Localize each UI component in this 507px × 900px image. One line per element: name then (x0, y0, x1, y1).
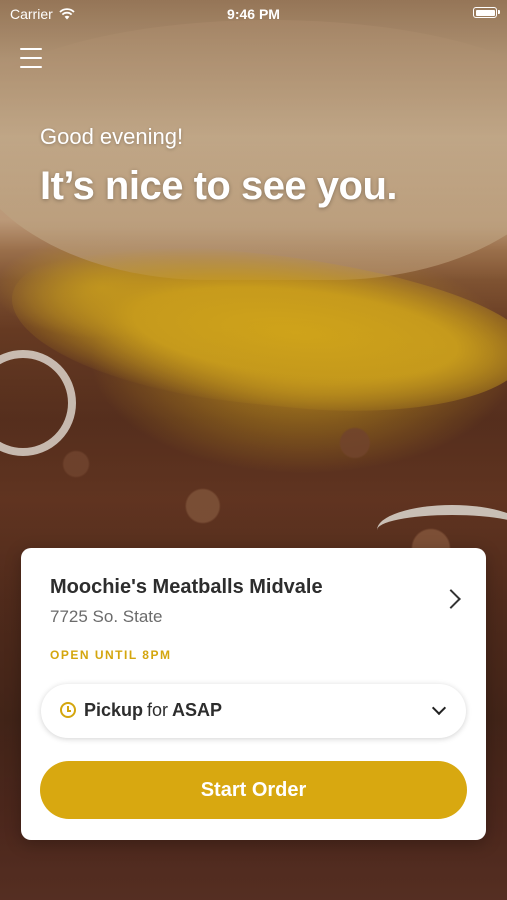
store-name: Moochie's Meatballs Midvale (50, 576, 323, 598)
status-time: 9:46 PM (227, 6, 280, 22)
welcome-headline: It’s nice to see you. (40, 164, 398, 208)
store-hours-status: OPEN UNTIL 8PM (50, 648, 172, 662)
order-time: ASAP (172, 700, 223, 720)
store-selector[interactable]: Moochie's Meatballs Midvale 7725 So. Sta… (21, 548, 486, 628)
order-mode-text: Pickup for ASAP (84, 700, 222, 721)
start-order-button[interactable]: Start Order (40, 761, 467, 819)
store-card: Moochie's Meatballs Midvale 7725 So. Sta… (21, 548, 486, 840)
chevron-right-icon (441, 589, 461, 609)
hamburger-menu-icon[interactable] (20, 48, 42, 68)
greeting-text: Good evening! (40, 124, 184, 149)
battery-icon (473, 7, 500, 18)
store-address: 7725 So. State (50, 607, 163, 626)
order-mode-selector[interactable]: Pickup for ASAP (41, 684, 466, 738)
order-mode: Pickup (84, 700, 144, 720)
clock-icon (60, 702, 76, 718)
chevron-down-icon (431, 700, 447, 716)
status-bar: Carrier 9:46 PM (0, 0, 507, 28)
order-for-label: for (147, 700, 169, 720)
